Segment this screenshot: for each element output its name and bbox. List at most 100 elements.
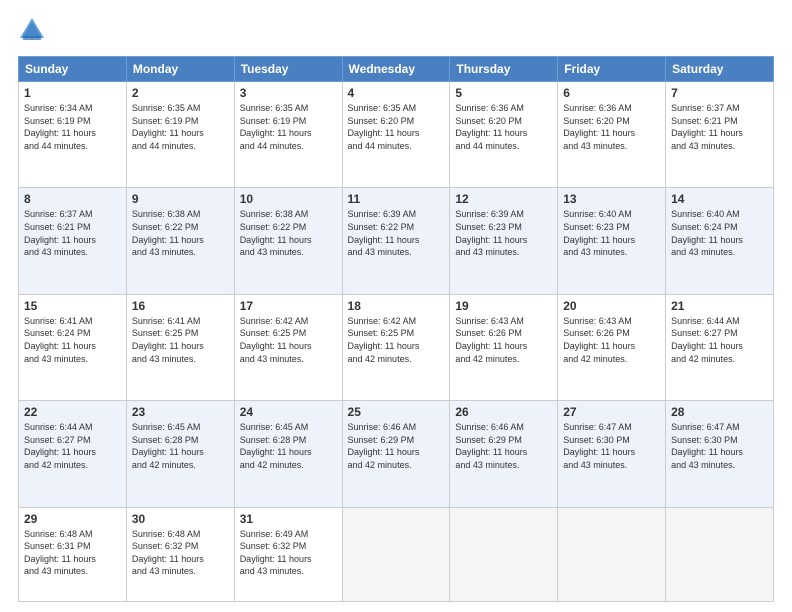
calendar: SundayMondayTuesdayWednesdayThursdayFrid… bbox=[18, 56, 774, 602]
day-number: 11 bbox=[348, 192, 445, 206]
day-info: Sunrise: 6:42 AM Sunset: 6:25 PM Dayligh… bbox=[240, 315, 337, 365]
day-info: Sunrise: 6:37 AM Sunset: 6:21 PM Dayligh… bbox=[671, 102, 768, 152]
calendar-cell: 2 Sunrise: 6:35 AM Sunset: 6:19 PM Daylig… bbox=[126, 82, 234, 188]
calendar-cell: 22 Sunrise: 6:44 AM Sunset: 6:27 PM Dayli… bbox=[19, 401, 127, 507]
day-number: 9 bbox=[132, 192, 229, 206]
calendar-header: SundayMondayTuesdayWednesdayThursdayFrid… bbox=[19, 57, 774, 82]
calendar-cell: 7 Sunrise: 6:37 AM Sunset: 6:21 PM Daylig… bbox=[666, 82, 774, 188]
day-number: 25 bbox=[348, 405, 445, 419]
calendar-cell: 3Sunrise: 6:35 AM Sunset: 6:19 PM Daylig… bbox=[234, 82, 342, 188]
day-info: Sunrise: 6:43 AM Sunset: 6:26 PM Dayligh… bbox=[455, 315, 552, 365]
day-number: 24 bbox=[240, 405, 337, 419]
week-row-2: 8 Sunrise: 6:37 AM Sunset: 6:21 PM Daylig… bbox=[19, 188, 774, 294]
day-header-saturday: Saturday bbox=[666, 57, 774, 82]
calendar-cell bbox=[450, 507, 558, 601]
day-number: 2 bbox=[132, 86, 229, 100]
header bbox=[18, 18, 774, 46]
day-info: Sunrise: 6:35 AM Sunset: 6:20 PM Dayligh… bbox=[348, 102, 445, 152]
logo-icon bbox=[18, 16, 46, 44]
calendar-cell: 6 Sunrise: 6:36 AM Sunset: 6:20 PM Daylig… bbox=[558, 82, 666, 188]
calendar-cell: 4Sunrise: 6:35 AM Sunset: 6:20 PM Daylig… bbox=[342, 82, 450, 188]
calendar-body: 1 Sunrise: 6:34 AM Sunset: 6:19 PM Daylig… bbox=[19, 82, 774, 602]
calendar-cell: 12 Sunrise: 6:39 AM Sunset: 6:23 PM Dayli… bbox=[450, 188, 558, 294]
day-number: 21 bbox=[671, 299, 768, 313]
calendar-cell: 11 Sunrise: 6:39 AM Sunset: 6:22 PM Dayli… bbox=[342, 188, 450, 294]
calendar-cell bbox=[342, 507, 450, 601]
day-info: Sunrise: 6:41 AM Sunset: 6:25 PM Dayligh… bbox=[132, 315, 229, 365]
days-header-row: SundayMondayTuesdayWednesdayThursdayFrid… bbox=[19, 57, 774, 82]
day-number: 16 bbox=[132, 299, 229, 313]
calendar-cell: 31Sunrise: 6:49 AM Sunset: 6:32 PM Dayli… bbox=[234, 507, 342, 601]
day-header-friday: Friday bbox=[558, 57, 666, 82]
calendar-cell: 26Sunrise: 6:46 AM Sunset: 6:29 PM Dayli… bbox=[450, 401, 558, 507]
calendar-cell: 24 Sunrise: 6:45 AM Sunset: 6:28 PM Dayli… bbox=[234, 401, 342, 507]
day-number: 8 bbox=[24, 192, 121, 206]
day-number: 19 bbox=[455, 299, 552, 313]
week-row-3: 15 Sunrise: 6:41 AM Sunset: 6:24 PM Dayli… bbox=[19, 294, 774, 400]
calendar-cell: 8 Sunrise: 6:37 AM Sunset: 6:21 PM Daylig… bbox=[19, 188, 127, 294]
day-number: 20 bbox=[563, 299, 660, 313]
day-info: Sunrise: 6:47 AM Sunset: 6:30 PM Dayligh… bbox=[563, 421, 660, 471]
day-number: 6 bbox=[563, 86, 660, 100]
day-number: 30 bbox=[132, 512, 229, 526]
day-info: Sunrise: 6:44 AM Sunset: 6:27 PM Dayligh… bbox=[671, 315, 768, 365]
week-row-5: 29Sunrise: 6:48 AM Sunset: 6:31 PM Dayli… bbox=[19, 507, 774, 601]
day-info: Sunrise: 6:38 AM Sunset: 6:22 PM Dayligh… bbox=[240, 208, 337, 258]
logo bbox=[18, 18, 50, 46]
day-info: Sunrise: 6:36 AM Sunset: 6:20 PM Dayligh… bbox=[563, 102, 660, 152]
day-info: Sunrise: 6:45 AM Sunset: 6:28 PM Dayligh… bbox=[240, 421, 337, 471]
day-number: 15 bbox=[24, 299, 121, 313]
day-info: Sunrise: 6:35 AM Sunset: 6:19 PM Dayligh… bbox=[240, 102, 337, 152]
calendar-cell: 18Sunrise: 6:42 AM Sunset: 6:25 PM Dayli… bbox=[342, 294, 450, 400]
day-info: Sunrise: 6:40 AM Sunset: 6:24 PM Dayligh… bbox=[671, 208, 768, 258]
calendar-cell: 21 Sunrise: 6:44 AM Sunset: 6:27 PM Dayli… bbox=[666, 294, 774, 400]
calendar-cell: 25Sunrise: 6:46 AM Sunset: 6:29 PM Dayli… bbox=[342, 401, 450, 507]
calendar-cell: 30Sunrise: 6:48 AM Sunset: 6:32 PM Dayli… bbox=[126, 507, 234, 601]
day-info: Sunrise: 6:41 AM Sunset: 6:24 PM Dayligh… bbox=[24, 315, 121, 365]
day-header-thursday: Thursday bbox=[450, 57, 558, 82]
calendar-cell: 17 Sunrise: 6:42 AM Sunset: 6:25 PM Dayli… bbox=[234, 294, 342, 400]
calendar-cell: 10 Sunrise: 6:38 AM Sunset: 6:22 PM Dayli… bbox=[234, 188, 342, 294]
day-number: 17 bbox=[240, 299, 337, 313]
calendar-cell: 27 Sunrise: 6:47 AM Sunset: 6:30 PM Dayli… bbox=[558, 401, 666, 507]
day-info: Sunrise: 6:36 AM Sunset: 6:20 PM Dayligh… bbox=[455, 102, 552, 152]
day-number: 18 bbox=[348, 299, 445, 313]
day-number: 29 bbox=[24, 512, 121, 526]
day-info: Sunrise: 6:39 AM Sunset: 6:22 PM Dayligh… bbox=[348, 208, 445, 258]
day-number: 26 bbox=[455, 405, 552, 419]
calendar-cell: 13 Sunrise: 6:40 AM Sunset: 6:23 PM Dayli… bbox=[558, 188, 666, 294]
calendar-cell: 16 Sunrise: 6:41 AM Sunset: 6:25 PM Dayli… bbox=[126, 294, 234, 400]
day-number: 12 bbox=[455, 192, 552, 206]
day-info: Sunrise: 6:47 AM Sunset: 6:30 PM Dayligh… bbox=[671, 421, 768, 471]
day-info: Sunrise: 6:44 AM Sunset: 6:27 PM Dayligh… bbox=[24, 421, 121, 471]
day-info: Sunrise: 6:39 AM Sunset: 6:23 PM Dayligh… bbox=[455, 208, 552, 258]
calendar-cell: 19 Sunrise: 6:43 AM Sunset: 6:26 PM Dayli… bbox=[450, 294, 558, 400]
day-info: Sunrise: 6:43 AM Sunset: 6:26 PM Dayligh… bbox=[563, 315, 660, 365]
day-number: 22 bbox=[24, 405, 121, 419]
day-number: 23 bbox=[132, 405, 229, 419]
day-header-wednesday: Wednesday bbox=[342, 57, 450, 82]
day-info: Sunrise: 6:37 AM Sunset: 6:21 PM Dayligh… bbox=[24, 208, 121, 258]
calendar-cell: 14Sunrise: 6:40 AM Sunset: 6:24 PM Dayli… bbox=[666, 188, 774, 294]
day-header-tuesday: Tuesday bbox=[234, 57, 342, 82]
calendar-cell bbox=[666, 507, 774, 601]
week-row-4: 22 Sunrise: 6:44 AM Sunset: 6:27 PM Dayli… bbox=[19, 401, 774, 507]
day-info: Sunrise: 6:40 AM Sunset: 6:23 PM Dayligh… bbox=[563, 208, 660, 258]
day-number: 13 bbox=[563, 192, 660, 206]
day-info: Sunrise: 6:45 AM Sunset: 6:28 PM Dayligh… bbox=[132, 421, 229, 471]
day-header-monday: Monday bbox=[126, 57, 234, 82]
day-number: 10 bbox=[240, 192, 337, 206]
day-info: Sunrise: 6:35 AM Sunset: 6:19 PM Dayligh… bbox=[132, 102, 229, 152]
day-number: 7 bbox=[671, 86, 768, 100]
calendar-cell: 9Sunrise: 6:38 AM Sunset: 6:22 PM Daylig… bbox=[126, 188, 234, 294]
day-number: 5 bbox=[455, 86, 552, 100]
calendar-cell: 20 Sunrise: 6:43 AM Sunset: 6:26 PM Dayli… bbox=[558, 294, 666, 400]
calendar-cell: 28 Sunrise: 6:47 AM Sunset: 6:30 PM Dayli… bbox=[666, 401, 774, 507]
week-row-1: 1 Sunrise: 6:34 AM Sunset: 6:19 PM Daylig… bbox=[19, 82, 774, 188]
day-number: 28 bbox=[671, 405, 768, 419]
day-number: 27 bbox=[563, 405, 660, 419]
day-number: 31 bbox=[240, 512, 337, 526]
day-info: Sunrise: 6:34 AM Sunset: 6:19 PM Dayligh… bbox=[24, 102, 121, 152]
calendar-cell: 5 Sunrise: 6:36 AM Sunset: 6:20 PM Daylig… bbox=[450, 82, 558, 188]
day-number: 1 bbox=[24, 86, 121, 100]
